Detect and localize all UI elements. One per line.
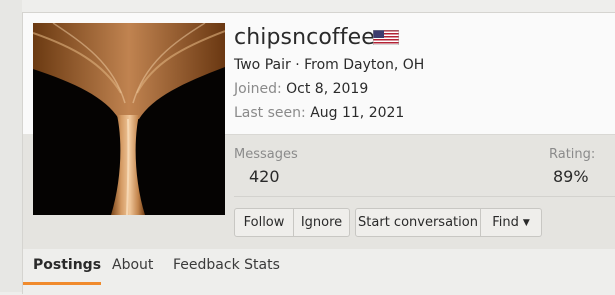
follow-button[interactable]: Follow [234,208,294,237]
caret-down-icon: ▼ [522,217,530,228]
start-conversation-button[interactable]: Start conversation [355,208,481,237]
avatar[interactable] [33,23,225,215]
tab-about[interactable]: About [112,257,153,273]
joined-value: Oct 8, 2019 [286,81,369,97]
member-profile-card: chipsncoffee Two Pair · From Dayton, OH … [22,12,615,295]
username: chipsncoffee [234,25,375,50]
active-tab-indicator [23,282,101,285]
find-button[interactable]: Find ▼ [481,208,542,237]
ignore-button[interactable]: Ignore [294,208,350,237]
separator: · [290,57,305,73]
joined-label: Joined: [234,81,282,97]
us-flag-icon [373,30,399,45]
stats-divider [234,196,615,197]
location-link[interactable]: Dayton, OH [343,57,424,73]
find-label: Find [492,215,519,230]
header-divider [221,134,615,135]
tab-postings[interactable]: Postings [33,257,101,273]
messages-label: Messages [234,147,298,162]
member-rank: Two Pair [234,57,291,73]
messages-value[interactable]: 420 [249,167,280,186]
rating-label: Rating: [549,147,596,162]
location-prefix: From [304,57,339,73]
member-rank-location: Two Pair · From Dayton, OH [234,57,424,73]
avatar-image [33,23,225,215]
joined-line: Joined: Oct 8, 2019 [234,81,368,97]
last-seen-line: Last seen: Aug 11, 2021 [234,105,404,121]
last-seen-label: Last seen: [234,105,306,121]
page-margin [0,0,22,292]
tab-feedback-stats[interactable]: Feedback Stats [173,257,280,273]
last-seen-value: Aug 11, 2021 [310,105,405,121]
rating-value: 89% [553,167,589,186]
profile-tabs: Postings About Feedback Stats [23,249,615,295]
